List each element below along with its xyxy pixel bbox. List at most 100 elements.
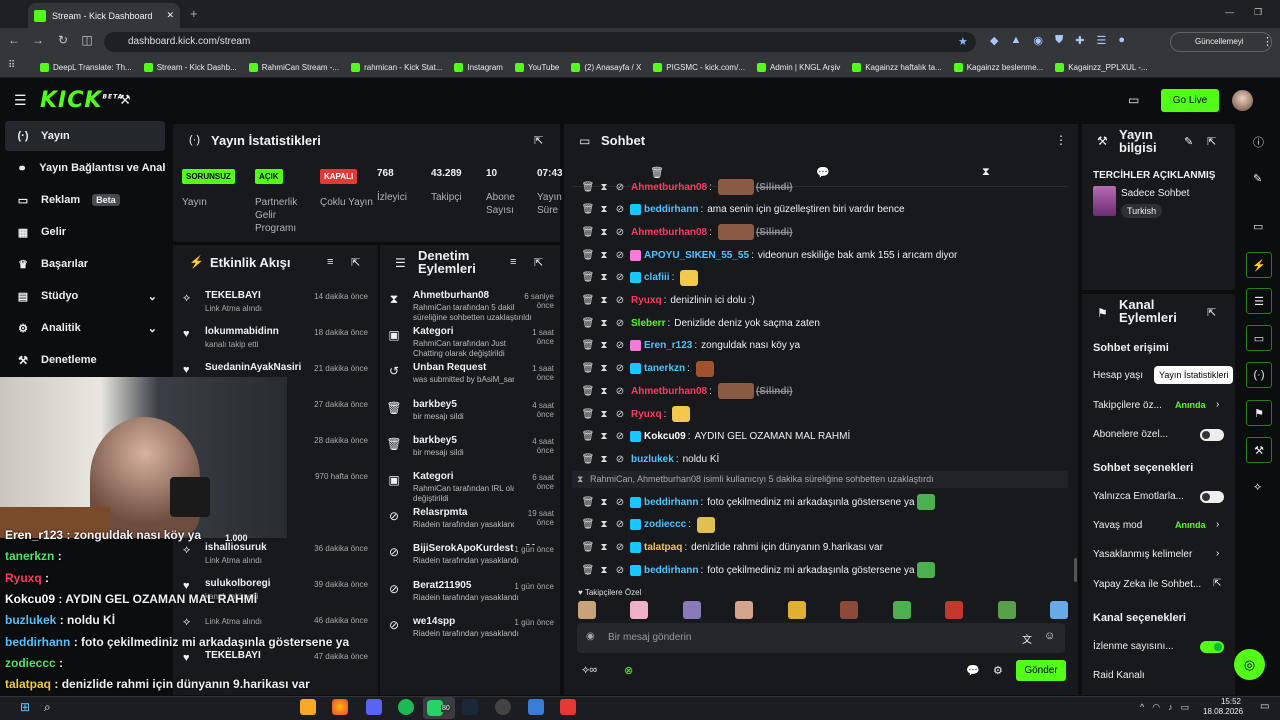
browser-tab[interactable]: Stream - Kick Dashboard ✕ xyxy=(28,3,180,28)
delete-icon[interactable]: 🗑 xyxy=(580,409,596,420)
delete-icon[interactable]: 🗑 xyxy=(580,565,596,576)
timeout-icon[interactable]: ⧗ xyxy=(596,340,612,351)
view-count-label[interactable]: İzlenme sayısını... xyxy=(1093,641,1174,652)
chat-message[interactable]: 🗑 ⧗ ⊘ buzlukek: noldu Kİ xyxy=(580,449,1060,469)
ban-icon[interactable]: ⊘ xyxy=(612,386,628,397)
emote-button[interactable] xyxy=(735,601,754,619)
mod-row[interactable]: ↺ Unban Request was submitted by bAsiM_san… xyxy=(389,362,554,396)
new-tab-icon[interactable]: + xyxy=(190,6,198,21)
delete-icon[interactable]: 🗑 xyxy=(580,204,596,215)
more-icon[interactable]: ⋮ xyxy=(1262,35,1273,48)
bookmark-item[interactable]: (2) Anasayfa / X xyxy=(571,62,641,72)
chat-message[interactable]: 🗑 ⧗ ⊘ beddirhann: ama senin için güzelleştir… xyxy=(580,200,1060,220)
chat-message[interactable]: 🗑 ⧗ ⊘ Kokcu09: AYDIN GEL OZAMAN MAL RAHMİ xyxy=(580,427,1060,447)
rail-stats-button[interactable]: (·) xyxy=(1246,362,1272,388)
mod-row[interactable]: 🗑 barkbey5 bir mesajı sildi 4 saat önce xyxy=(386,399,554,433)
bookmark-item[interactable]: Kagainzz haftalık ta... xyxy=(852,62,942,72)
bookmark-star-icon[interactable]: ★ xyxy=(958,35,968,48)
bookmark-item[interactable]: YouTube xyxy=(514,62,559,72)
chat-message[interactable]: 🗑 ⧗ ⊘ Eren_r123: zonguldak nası köy ya xyxy=(580,336,1060,356)
ban-icon[interactable]: ⊘ xyxy=(612,431,628,442)
delete-icon[interactable]: 🗑 xyxy=(580,542,596,553)
timeout-icon[interactable]: ⧗ xyxy=(596,386,612,397)
chat-menu-icon[interactable]: ⋮ xyxy=(1055,133,1067,147)
raid-label[interactable]: Raid Kanalı xyxy=(1093,670,1145,681)
chevron-up-icon[interactable]: ^ xyxy=(1140,702,1144,713)
chat-username[interactable]: beddirhann xyxy=(644,565,698,576)
mod-row[interactable]: ⊘ Relasrpmta Riadein tarafından yasaklandı… xyxy=(389,507,554,541)
update-button[interactable]: Güncellemeyi tamamla xyxy=(1170,32,1272,64)
sidebar-item-6[interactable]: ⚙ Analitik ⌄ xyxy=(5,313,165,343)
go-live-button[interactable]: Go Live xyxy=(1161,89,1219,112)
chat-username[interactable]: zodieccc xyxy=(644,519,686,530)
chat-message[interactable]: 🗑 ⧗ ⊘ Sleberr: Denizlide deniz yok saçma zat… xyxy=(580,313,1060,333)
chevron-right-icon[interactable]: › xyxy=(1216,519,1219,530)
chat-username[interactable]: talatpaq xyxy=(644,542,682,553)
ban-icon[interactable]: ⊘ xyxy=(612,542,628,553)
chat-message[interactable]: 🗑 ⧗ ⊘ beddirhann: foto çekilmediniz mi arkad… xyxy=(580,492,1060,512)
bookmark-item[interactable]: Kagainzz beslenme... xyxy=(953,62,1043,72)
app-icon[interactable] xyxy=(528,699,544,715)
ban-icon[interactable]: ⊘ xyxy=(612,454,628,465)
banned-words-label[interactable]: Yasaklanmış kelimeler xyxy=(1093,549,1192,560)
chrome-icon[interactable] xyxy=(332,699,348,715)
info-icon[interactable]: ⓘ xyxy=(1253,134,1264,150)
timeout-icon[interactable]: ⧗ xyxy=(596,227,612,238)
obs-icon[interactable] xyxy=(495,699,511,715)
folder-icon[interactable] xyxy=(300,699,316,715)
app-icon[interactable] xyxy=(560,699,576,715)
delete-icon[interactable]: 🗑 xyxy=(580,340,596,351)
window-controls[interactable]: —❐✕ xyxy=(1225,7,1280,18)
emote-button[interactable] xyxy=(892,601,911,619)
mod-row[interactable]: ⊘ BijiSerokApoKurdestan21 Riadein tarafınd… xyxy=(389,543,554,577)
battery-icon[interactable]: ▭ xyxy=(1181,702,1190,713)
filter-icon[interactable]: ≡ xyxy=(510,256,516,268)
chat-username[interactable]: Ryuxq xyxy=(631,295,662,306)
delete-icon[interactable]: 🗑 xyxy=(580,497,596,508)
popout-icon[interactable]: ⇱ xyxy=(351,256,360,269)
tray-icons[interactable]: ^ ◠ ♪ ▭ xyxy=(1140,702,1189,713)
sidebar-item-7[interactable]: ⚒ Denetleme xyxy=(5,345,165,375)
chat-message[interactable]: 🗑 ⧗ ⊘ talatpaq: denizlide rahmi için dünyanı… xyxy=(580,537,1060,557)
share-icon[interactable]: ⟡ xyxy=(1254,481,1261,494)
translate-icon[interactable]: 文 xyxy=(1022,631,1032,646)
chat-username[interactable]: buzlukek xyxy=(631,454,674,465)
delete-icon[interactable]: 🗑 xyxy=(580,227,596,238)
ban-icon[interactable]: ⊘ xyxy=(612,182,628,193)
event-row[interactable]: ⟡ ishalliosuruk Link Atma alındı 36 dakika … xyxy=(183,542,368,576)
slow-mode-label[interactable]: Yavaş mod xyxy=(1093,520,1142,531)
chevron-right-icon[interactable]: › xyxy=(1216,399,1219,410)
chat-username[interactable]: Sleberr xyxy=(631,318,665,329)
delete-icon[interactable]: 🗑 xyxy=(580,295,596,306)
chevron-right-icon[interactable]: › xyxy=(1216,548,1219,559)
rail-wrench-button[interactable]: ⚒ xyxy=(1246,437,1272,463)
timeout-icon[interactable]: ⧗ xyxy=(596,204,612,215)
notifications-icon[interactable]: ▭ xyxy=(1260,701,1269,712)
chat-input[interactable]: ◉ Bir mesaj gönderin 文 ☺ xyxy=(577,623,1065,653)
view-count-toggle[interactable] xyxy=(1200,641,1224,653)
emote-button[interactable] xyxy=(997,601,1016,619)
ban-icon[interactable]: ⊘ xyxy=(612,204,628,215)
emoji-circle-icon[interactable]: ◉ xyxy=(586,631,595,642)
apps-icon[interactable]: ⠿ xyxy=(8,60,15,71)
send-button[interactable]: Gönder xyxy=(1016,660,1066,681)
rail-list-button[interactable]: ☰ xyxy=(1246,288,1272,314)
avatar[interactable] xyxy=(1232,90,1253,111)
menu-icon[interactable]: ☰ xyxy=(1096,34,1106,47)
extension-icon[interactable]: ◉ xyxy=(1033,34,1043,47)
bookmark-item[interactable]: Stream - Kick Dashb... xyxy=(143,62,237,72)
ban-icon[interactable]: ⊘ xyxy=(612,295,628,306)
ban-icon[interactable]: ⊘ xyxy=(612,565,628,576)
delete-icon[interactable]: 🗑 xyxy=(580,386,596,397)
slow-mode-value[interactable]: Anında xyxy=(1175,520,1206,530)
delete-icon[interactable]: 🗑 xyxy=(580,519,596,530)
ban-icon[interactable]: ⊘ xyxy=(612,340,628,351)
close-tab-icon[interactable]: ✕ xyxy=(166,10,174,21)
ban-icon[interactable]: ⊘ xyxy=(612,409,628,420)
chat-username[interactable]: clafiii xyxy=(644,272,670,283)
emote-button[interactable] xyxy=(945,601,964,619)
bookmark-item[interactable]: RahmiCan Stream -... xyxy=(248,62,339,72)
wrench-icon[interactable]: ⚒ xyxy=(119,92,131,108)
delete-icon[interactable]: 🗑 xyxy=(580,318,596,329)
emote-button[interactable] xyxy=(1049,601,1068,619)
